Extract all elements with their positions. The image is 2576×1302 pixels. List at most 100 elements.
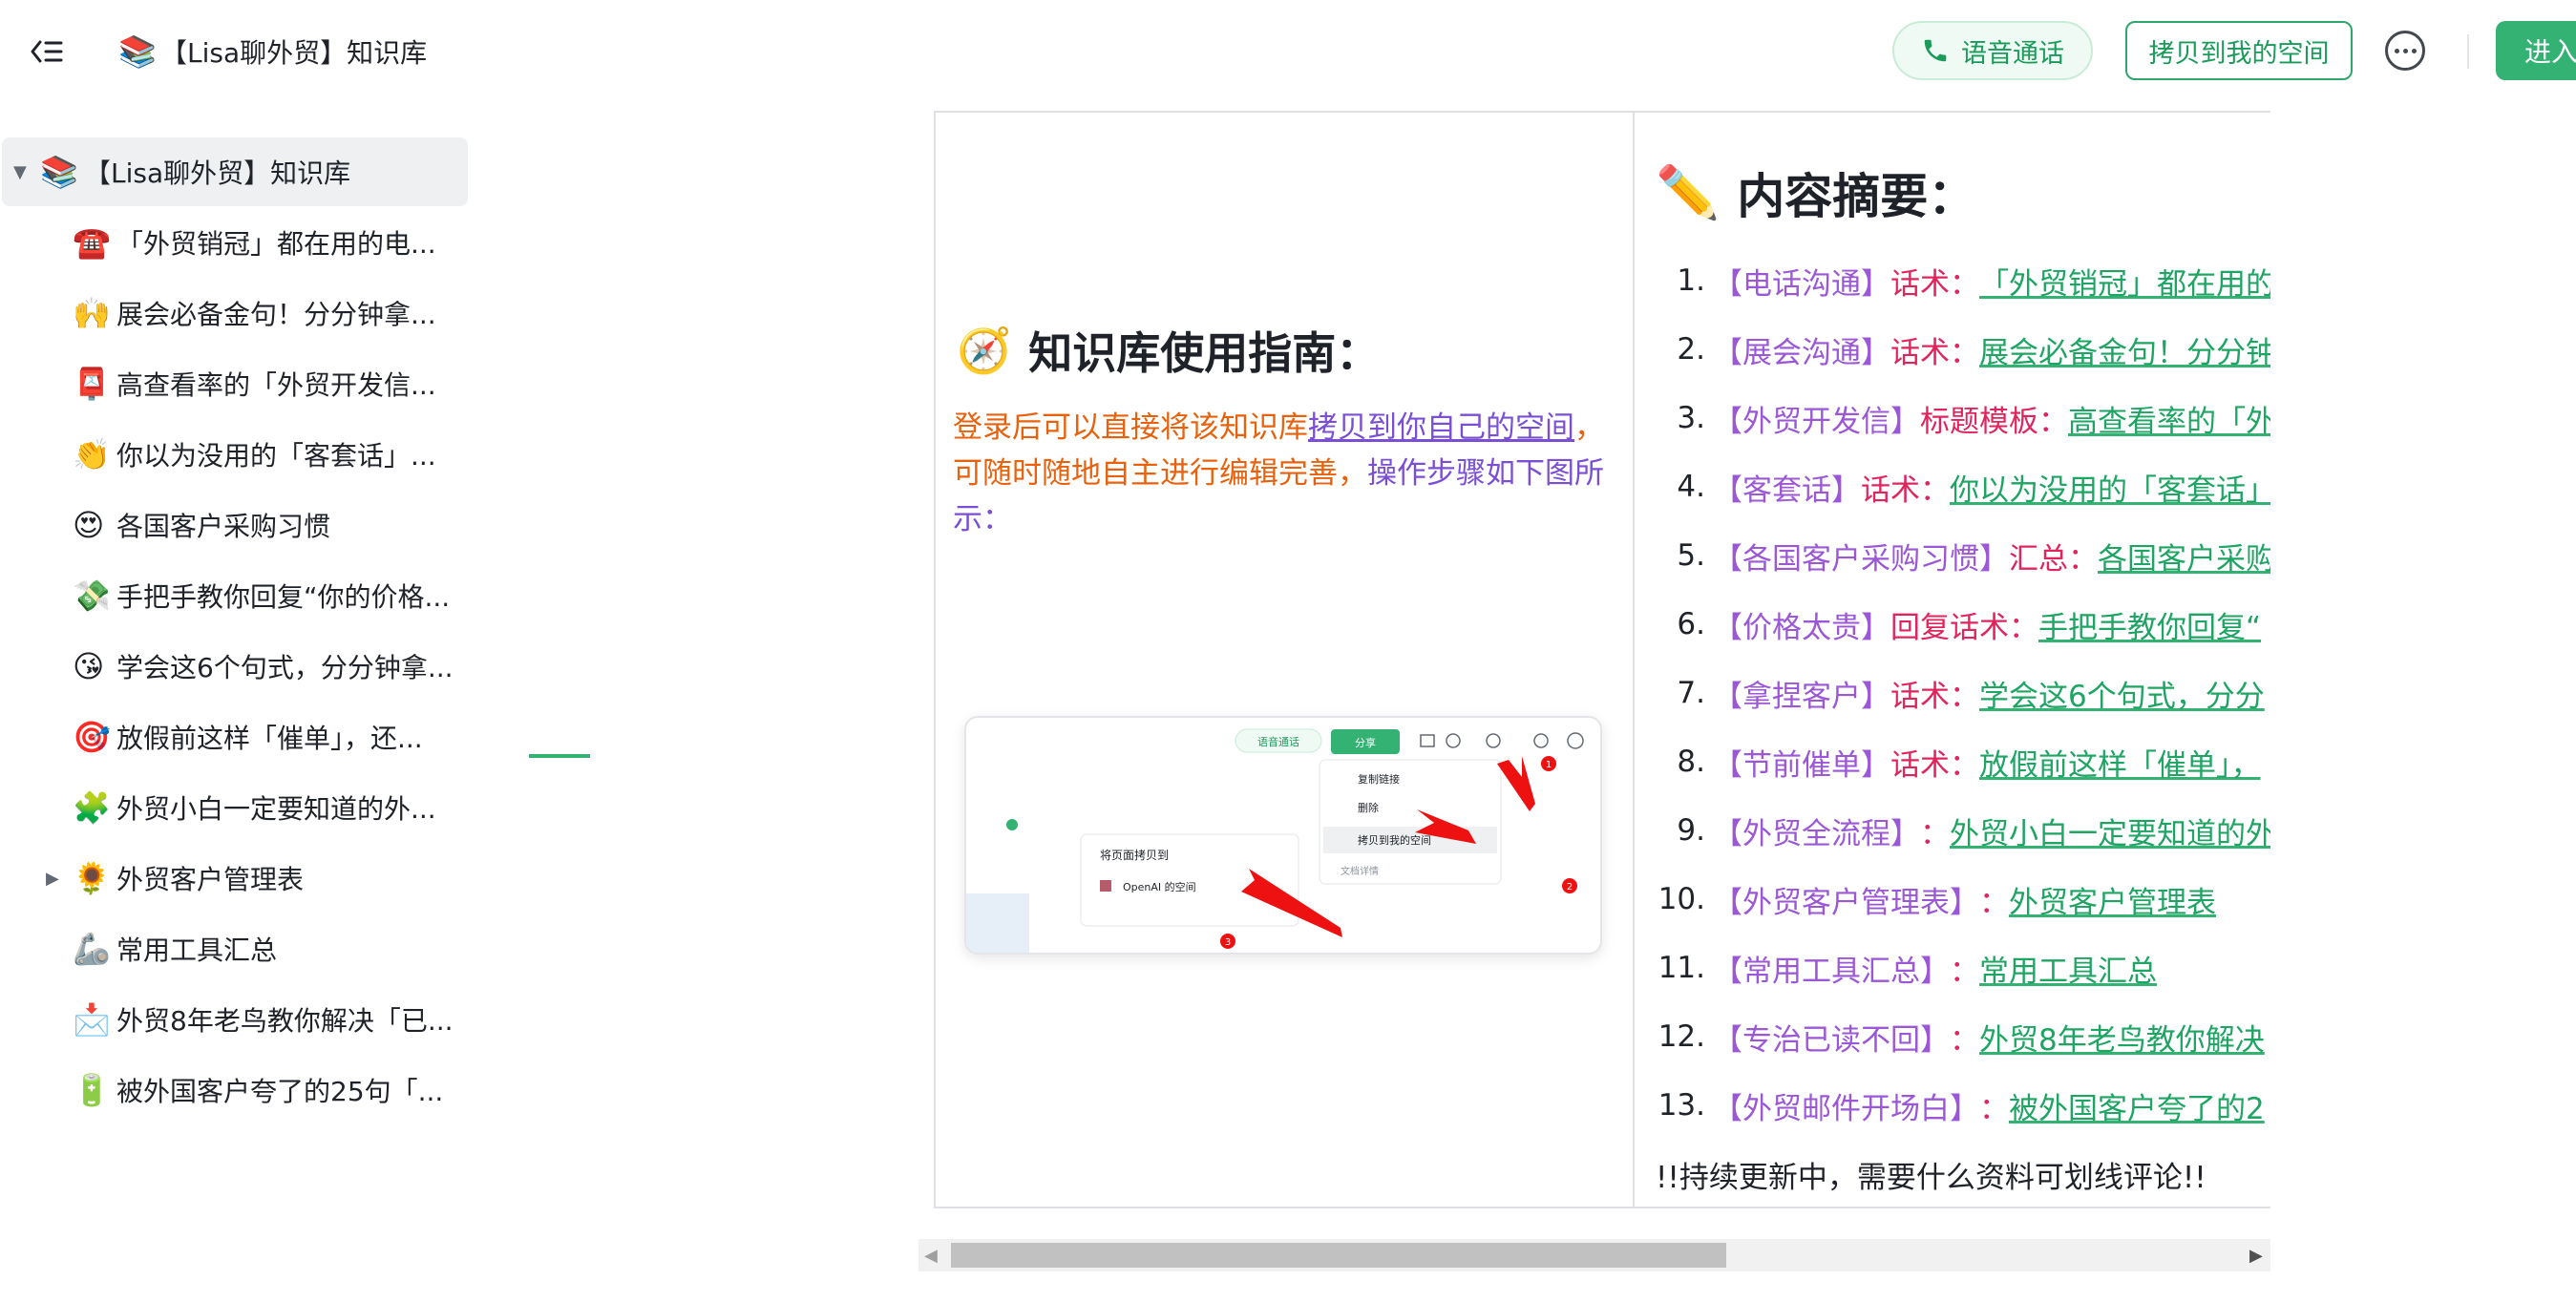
- sidebar-item[interactable]: 😍 各国客户采购习惯: [0, 491, 468, 559]
- summary-link[interactable]: 常用工具汇总: [1979, 947, 2157, 990]
- list-item: 10. 【外贸客户管理表】：外贸客户管理表: [1652, 871, 2216, 928]
- list-item: 4. 【客套话】 话术： 你以为没用的「客套话」: [1652, 458, 2270, 515]
- raised-hands-icon: 🙌: [73, 295, 111, 331]
- sidebar-item[interactable]: 🔋 被外国客户夸了的25句「...: [0, 1056, 468, 1124]
- list-item: 5. 【各国客户采购习惯】 汇总： 各国客户采购: [1652, 527, 2270, 584]
- list-item: 13. 【外贸邮件开场白】：被外国客户夸了的2: [1652, 1077, 2265, 1134]
- mini-dialog-space: OpenAI 的空间: [1123, 880, 1196, 893]
- voice-call-button[interactable]: 语音通话: [1892, 21, 2093, 80]
- sidebar-item-root[interactable]: ▼ 📚 【Lisa聊外贸】知识库: [2, 137, 468, 206]
- list-item: 12. 【专治已读不回】：外贸8年老鸟教你解决: [1652, 1008, 2265, 1065]
- summary-link[interactable]: 「外贸销冠」都在用的: [1979, 260, 2270, 303]
- clapping-hands-icon: 👏: [73, 436, 111, 472]
- scrollbar-thumb[interactable]: [951, 1243, 1726, 1268]
- telephone-icon: ☎️: [73, 224, 111, 261]
- sidebar-item-label: 常用工具汇总: [116, 934, 278, 966]
- breadcrumb[interactable]: 📚 【Lisa聊外贸】知识库: [118, 31, 427, 73]
- envelope-arrow-icon: 📩: [73, 1001, 111, 1038]
- list-item: 9. 【外贸全流程】：外贸小白一定要知道的外: [1652, 802, 2270, 859]
- copy-link-text[interactable]: 拷贝到你自己的空间: [1308, 410, 1574, 445]
- summary-link[interactable]: 被外国客户夸了的2: [2009, 1084, 2265, 1127]
- books-icon: 📚: [40, 154, 78, 190]
- collapse-sidebar-icon[interactable]: [27, 32, 69, 71]
- list-item: 7. 【拿捏客户】 话术： 学会这6个句式，分分: [1652, 664, 2265, 722]
- phone-icon: [1924, 39, 1947, 62]
- heart-eyes-icon: 😍: [73, 507, 105, 543]
- sidebar-item-label: 外贸8年老鸟教你解决「已...: [116, 1005, 454, 1037]
- summary-link[interactable]: 学会这6个句式，分分: [1979, 672, 2265, 715]
- resize-handle[interactable]: [529, 754, 590, 758]
- summary-link[interactable]: 外贸客户管理表: [2009, 878, 2216, 921]
- summary-link[interactable]: 手把手教你回复“: [2038, 603, 2261, 646]
- guide-title: 知识库使用指南：: [1028, 327, 1381, 379]
- mini-share-label: 分享: [1355, 736, 1376, 749]
- mini-menu-copy-space: 拷贝到我的空间: [1358, 833, 1431, 847]
- scroll-right-icon[interactable]: ▶: [2249, 1246, 2263, 1266]
- sidebar-item-label: 各国客户采购习惯: [116, 511, 331, 542]
- enter-button[interactable]: 进入: [2496, 21, 2576, 80]
- mechanical-arm-icon: 🦾: [73, 931, 111, 967]
- top-bar: 📚 【Lisa聊外贸】知识库 语音通话 拷贝到我的空间 进入: [0, 0, 2576, 103]
- sidebar-item-label: 外贸客户管理表: [116, 864, 305, 895]
- summary-heading: ✏️ 内容摘要：: [1656, 158, 1975, 227]
- sidebar-item[interactable]: 🙌 展会必备金句！分分钟拿...: [0, 279, 468, 347]
- sidebar-item[interactable]: 🎯 放假前这样「催单」，还...: [0, 703, 468, 771]
- mini-dialog-title: 将页面拷贝到: [1100, 848, 1169, 862]
- sidebar-item[interactable]: 💸 手把手教你回复“你的价格...: [0, 561, 468, 630]
- horizontal-scrollbar[interactable]: ◀ ▶: [918, 1239, 2270, 1271]
- list-item: 3. 【外贸开发信】 标题模板： 高查看率的「外: [1652, 389, 2270, 447]
- sidebar-item-label: 【Lisa聊外贸】知识库: [84, 158, 351, 189]
- summary-link[interactable]: 你以为没用的「客套话」: [1950, 466, 2270, 509]
- sidebar-item[interactable]: 🧩 外贸小白一定要知道的外...: [0, 773, 468, 842]
- sidebar-item[interactable]: ▶ 🌻 外贸客户管理表: [0, 844, 468, 913]
- summary-link[interactable]: 外贸小白一定要知道的外: [1950, 809, 2270, 852]
- summary-link[interactable]: 展会必备金句！分分钟: [1979, 328, 2270, 371]
- list-item: 8. 【节前催单】 话术： 放假前这样「催单」，: [1652, 733, 2261, 790]
- sidebar-item[interactable]: ☎️ 「外贸销冠」都在用的电...: [0, 208, 468, 277]
- sidebar-item-label: 「外贸销冠」都在用的电...: [116, 228, 436, 260]
- guide-heading: 🧭 知识库使用指南：: [957, 319, 1380, 382]
- compass-icon: 🧭: [957, 324, 1012, 376]
- caret-down-icon[interactable]: ▼: [13, 162, 27, 182]
- mini-menu-delete: 删除: [1358, 801, 1379, 814]
- svg-text:1: 1: [1546, 760, 1552, 770]
- mini-menu-doc-detail: 文档详情: [1341, 865, 1379, 877]
- sidebar-item-label: 被外国客户夸了的25句「...: [116, 1076, 444, 1107]
- divider: [2467, 34, 2469, 69]
- sidebar-item[interactable]: 👏 你以为没用的「客套话」...: [0, 420, 468, 489]
- sidebar-item-label: 展会必备金句！分分钟拿...: [116, 299, 436, 330]
- puzzle-icon: 🧩: [73, 789, 111, 826]
- more-options-icon[interactable]: [2385, 31, 2425, 71]
- summary-title: 内容摘要：: [1737, 169, 1976, 224]
- scroll-left-icon[interactable]: ◀: [924, 1246, 938, 1266]
- sunflower-icon: 🌻: [73, 860, 111, 896]
- summary-link[interactable]: 各国客户采购: [2098, 535, 2270, 578]
- list-item: 6. 【价格太贵】 回复话术： 手把手教你回复“: [1652, 596, 2261, 653]
- mini-menu-copy-link: 复制链接: [1358, 772, 1400, 786]
- sidebar-item-label: 高查看率的「外贸开发信...: [116, 369, 436, 401]
- list-item: 1. 【电话沟通】 话术： 「外贸销冠」都在用的: [1652, 252, 2270, 309]
- summary-link[interactable]: 外贸8年老鸟教你解决: [1979, 1016, 2265, 1059]
- sidebar-item[interactable]: 😘 学会这6个句式，分分钟拿...: [0, 632, 468, 701]
- postbox-icon: 📮: [73, 366, 111, 402]
- guide-paragraph: 登录后可以直接将该知识库拷贝到你自己的空间，可随时随地自主进行编辑完善，操作步骤…: [953, 410, 1604, 536]
- update-note: !!持续更新中，需要什么资料可划线评论!!: [1656, 1161, 2206, 1195]
- sidebar-item-label: 学会这6个句式，分分钟拿...: [116, 652, 454, 683]
- pencil-icon: ✏️: [1656, 162, 1721, 222]
- sidebar-item-label: 放假前这样「催单」，还...: [116, 723, 423, 754]
- summary-link[interactable]: 高查看率的「外: [2068, 397, 2270, 440]
- sidebar-item[interactable]: 📩 外贸8年老鸟教你解决「已...: [0, 985, 468, 1054]
- sidebar-item[interactable]: 📮 高查看率的「外贸开发信...: [0, 349, 468, 418]
- battery-icon: 🔋: [73, 1072, 111, 1108]
- flying-money-icon: 💸: [73, 578, 111, 614]
- sidebar-item[interactable]: 🦾 常用工具汇总: [0, 914, 468, 983]
- copy-to-my-space-label: 拷贝到我的空间: [2148, 38, 2330, 69]
- list-item: 2. 【展会沟通】 话术： 展会必备金句！分分钟: [1652, 321, 2270, 378]
- caret-right-icon[interactable]: ▶: [46, 869, 59, 889]
- copy-to-my-space-button[interactable]: 拷贝到我的空间: [2125, 21, 2353, 80]
- page-title: 【Lisa聊外贸】知识库: [160, 37, 428, 69]
- sidebar-item-label: 你以为没用的「客套话」...: [116, 440, 436, 472]
- guide-screenshot: 语音通话 分享 复制链接 删除 拷贝到我的空间 文档详情 将页面拷贝到 Open…: [964, 716, 1602, 955]
- summary-link[interactable]: 放假前这样「催单」，: [1979, 741, 2261, 784]
- svg-text:2: 2: [1567, 882, 1573, 892]
